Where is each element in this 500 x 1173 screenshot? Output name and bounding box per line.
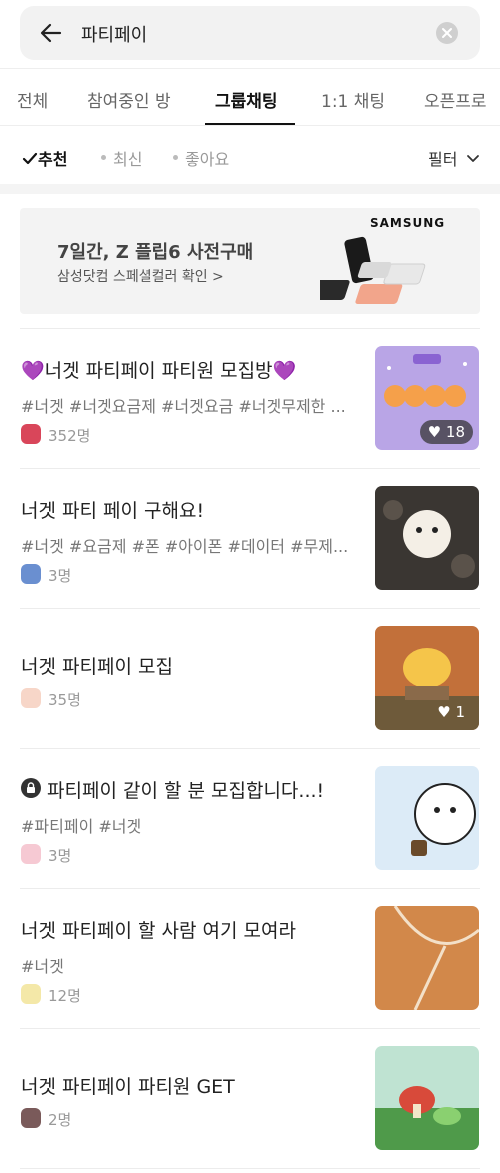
active-tab-indicator: [205, 123, 295, 125]
divider: [20, 1168, 480, 1169]
lock-icon: [21, 778, 41, 798]
room-avatar: [21, 564, 41, 584]
like-badge: ♥ 18: [419, 420, 473, 444]
room-title: 💜너겟 파티페이 파티원 모집방💜: [21, 360, 297, 382]
room-avatar: [21, 688, 41, 708]
tab-bar: 전체 참여중인 방 그룹채팅 1:1 채팅 오픈프로: [0, 68, 500, 126]
room-avatar: [21, 844, 41, 864]
room-title: 너겟 파티 페이 구해요!: [21, 500, 205, 522]
back-arrow-icon[interactable]: [38, 20, 64, 46]
room-thumbnail: [375, 486, 479, 590]
room-item[interactable]: 💜너겟 파티페이 파티원 모집방💜 #너겟 #너겟요금제 #너겟요금 #너겟무제…: [0, 328, 500, 468]
room-thumbnail: ♥ 18: [375, 346, 479, 450]
room-avatar: [21, 984, 41, 1004]
room-title: 너겟 파티페이 파티원 GET: [21, 1076, 235, 1098]
room-item[interactable]: 너겟 파티페이 할 사람 여기 모여라 #너겟 12명: [0, 888, 500, 1028]
sort-row: 추천 최신 좋아요 필터: [0, 126, 500, 184]
room-title: 너겟 파티페이 할 사람 여기 모여라: [21, 920, 296, 942]
room-tags: #너겟 #요금제 #폰 #아이폰 #데이터 #무제...: [21, 537, 349, 556]
room-tags: #너겟: [21, 957, 64, 976]
check-icon: [22, 150, 38, 169]
ad-title: 7일간, Z 플립6 사전구매: [57, 242, 254, 263]
clear-icon[interactable]: [436, 22, 458, 44]
filter-button[interactable]: 필터: [428, 146, 480, 170]
room-item[interactable]: 파티페이 같이 할 분 모집합니다...! #파티페이 #너겟 3명: [0, 748, 500, 888]
chevron-down-icon: [463, 150, 480, 169]
ad-subtitle[interactable]: 삼성닷컴 스페셜컬러 확인 >: [57, 266, 224, 286]
dot-icon: [101, 155, 106, 160]
tab-joined[interactable]: 참여중인 방: [87, 87, 171, 112]
like-badge: ♥ 1: [429, 700, 473, 724]
phone-product-image: [304, 232, 440, 312]
tab-openprofile[interactable]: 오픈프로: [424, 87, 487, 112]
room-thumbnail: [375, 1046, 479, 1150]
brand-logo: SAMSUNG: [370, 216, 446, 230]
heart-icon: ♥: [437, 703, 451, 721]
room-thumbnail: ♥ 1: [375, 626, 479, 730]
room-item[interactable]: 너겟 파티페이 파티원 GET 2명: [0, 1028, 500, 1168]
search-bar[interactable]: 파티페이: [20, 6, 480, 60]
ad-banner[interactable]: 7일간, Z 플립6 사전구매 삼성닷컴 스페셜컬러 확인 > SAMSUNG: [20, 208, 480, 314]
room-avatar: [21, 1108, 41, 1128]
tab-one-on-one[interactable]: 1:1 채팅: [321, 87, 385, 112]
room-avatar: [21, 424, 41, 444]
room-item[interactable]: 너겟 파티 페이 구해요! #너겟 #요금제 #폰 #아이폰 #데이터 #무제.…: [0, 468, 500, 608]
heart-icon: ♥: [427, 423, 442, 441]
tab-all[interactable]: 전체: [17, 87, 48, 112]
room-title: 파티페이 같이 할 분 모집합니다...!: [47, 780, 325, 802]
room-title: 너겟 파티페이 모집: [21, 656, 173, 678]
tab-group-chat[interactable]: 그룹채팅: [215, 87, 278, 112]
sort-recommended[interactable]: 추천: [22, 146, 67, 170]
room-tags: #파티페이 #너겟: [21, 817, 142, 836]
dot-icon: [173, 155, 178, 160]
room-thumbnail: [375, 906, 479, 1010]
room-thumbnail: [375, 766, 479, 870]
section-divider: [0, 184, 500, 194]
search-input[interactable]: 파티페이: [81, 21, 147, 47]
room-item[interactable]: 너겟 파티페이 모집 35명 ♥ 1: [0, 608, 500, 748]
sort-latest[interactable]: 최신: [101, 146, 142, 170]
room-tags: #너겟 #너겟요금제 #너겟요금 #너겟무제한 ...: [21, 397, 346, 416]
sort-likes[interactable]: 좋아요: [173, 146, 229, 170]
